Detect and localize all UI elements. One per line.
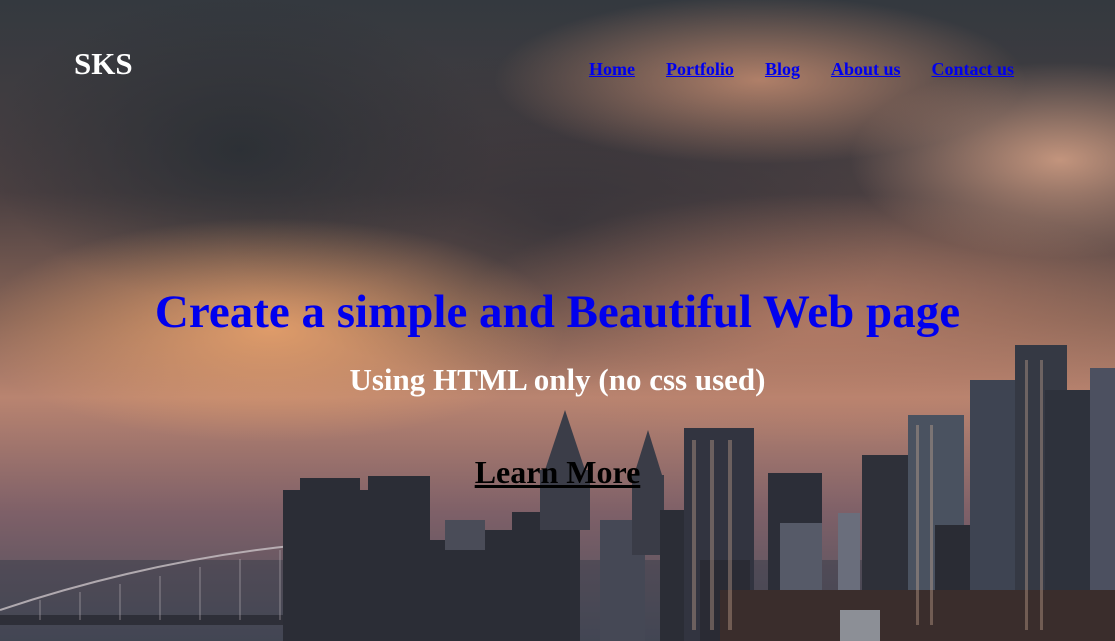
site-logo: SKS [74, 46, 133, 81]
nav-link-blog[interactable]: Blog [765, 57, 800, 81]
hero-subheadline: Using HTML only (no css used) [349, 362, 766, 397]
cta-container: Learn More [0, 452, 1115, 492]
nav-link-home[interactable]: Home [589, 57, 635, 81]
nav-link-about-us[interactable]: About us [831, 57, 901, 81]
hero-section: SKS Home Portfolio Blog About us Contact… [0, 0, 1115, 641]
nav-link-contact-us[interactable]: Contact us [931, 57, 1014, 81]
main-nav: Home Portfolio Blog About us Contact us [589, 57, 1014, 81]
hero-headline: Create a simple and Beautiful Web page [154, 286, 961, 338]
nav-link-portfolio[interactable]: Portfolio [666, 57, 734, 81]
learn-more-link[interactable]: Learn More [475, 454, 641, 490]
site-header: SKS Home Portfolio Blog About us Contact… [0, 0, 1115, 120]
